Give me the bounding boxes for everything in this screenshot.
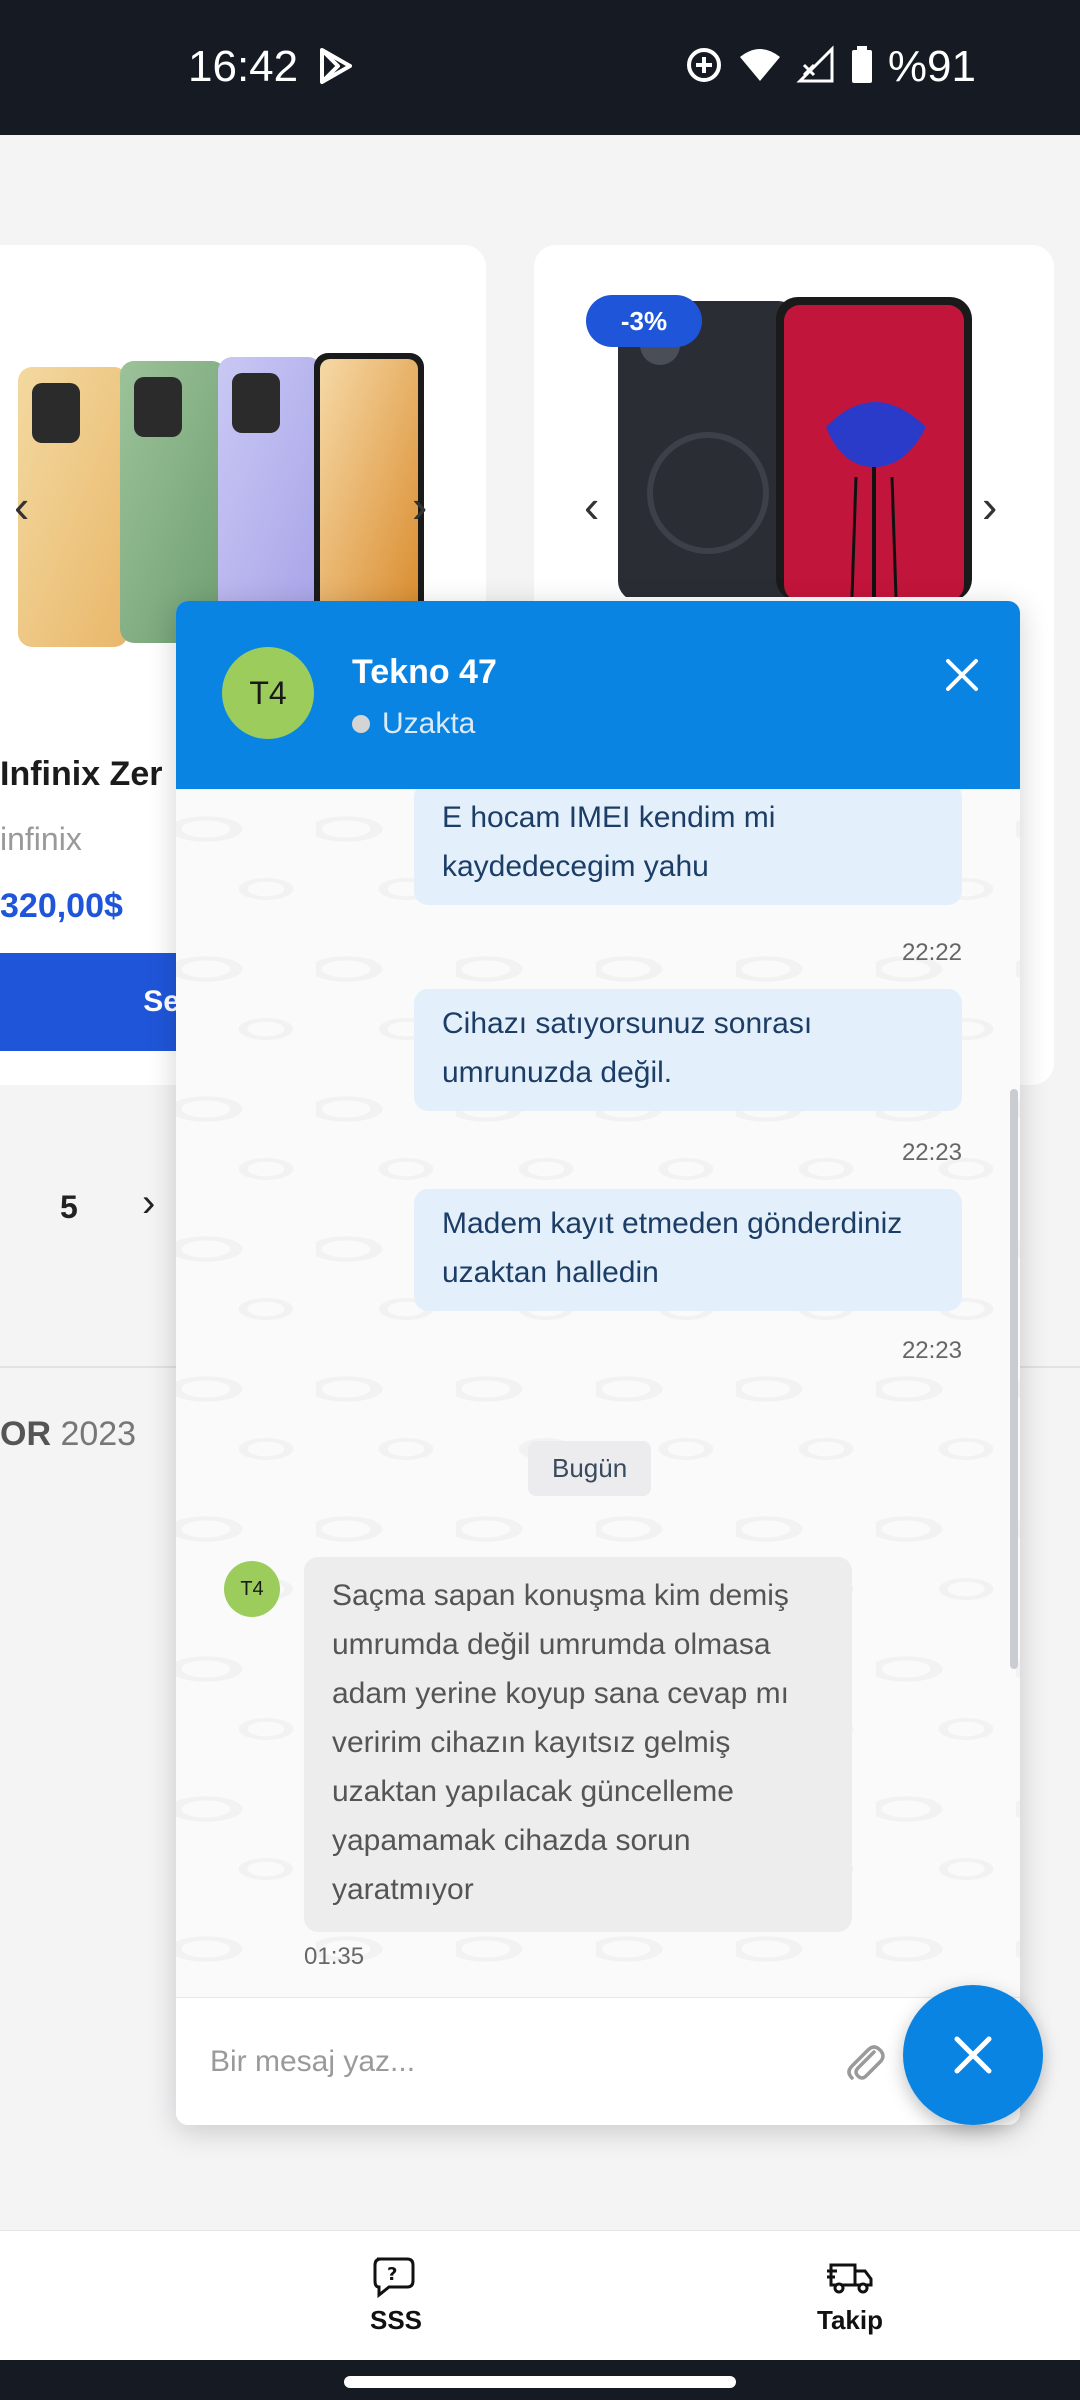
gesture-bar [0,2360,1080,2400]
close-icon[interactable] [940,653,984,697]
delivery-truck-icon [827,2263,873,2294]
message-time: 22:22 [901,939,962,966]
nav-item-sss[interactable]: ? SSS [360,2255,432,2336]
product-brand: infinix [0,821,82,857]
chat-status-label: Uzakta [382,707,476,740]
message-input[interactable] [210,2032,770,2092]
avatar: T4 [222,647,314,739]
chat-window: T4 Tekno 47 Uzakta E hocam IMEI kendim m… [176,601,1020,2125]
nav-item-takip[interactable]: Takip [810,2255,890,2336]
status-dot-icon [352,715,370,733]
carousel-prev-icon[interactable]: ‹ [584,479,599,533]
chat-status: Uzakta [352,707,475,741]
footer-copyright: OR 2023 [0,1415,136,1454]
pagination-page[interactable]: 5 [60,1189,78,1226]
product-name[interactable]: Infinix Zer [0,755,162,794]
nav-label: SSS [369,2305,423,2335]
message-time: 01:35 [304,1943,365,1970]
faq-chat-icon: ? [373,2257,415,2299]
bottom-nav: ? SSS Takip [0,2230,1080,2360]
status-icons: %91 [684,42,976,92]
cell-signal-icon [796,44,836,90]
message-time: 22:23 [901,1337,962,1364]
paperclip-icon[interactable] [840,2038,888,2086]
footer-brand: OR [0,1415,51,1453]
pagination-next-icon[interactable]: › [142,1181,155,1226]
battery-icon [850,45,874,90]
svg-text:?: ? [387,2264,397,2285]
carousel-next-icon[interactable]: › [412,479,427,533]
message-incoming: Saçma sapan konuşma kim demiş umrumda de… [304,1557,852,1932]
data-saver-icon [684,45,724,90]
scrollbar[interactable] [1010,1089,1018,1669]
message-outgoing: Madem kayıt etmeden gönderdiniz uzaktan … [414,1189,962,1311]
message-outgoing: Cihazı satıyorsunuz sonrası umrunuzda de… [414,989,962,1111]
status-time: 16:42 [188,42,299,91]
chat-title: Tekno 47 [352,653,497,691]
chat-header: T4 Tekno 47 Uzakta [176,601,1020,789]
message-outgoing: E hocam IMEI kendim mi kaydedecegim yahu [414,789,962,905]
carousel-prev-icon[interactable]: ‹ [14,479,29,533]
chat-messages[interactable]: E hocam IMEI kendim mi kaydedecegim yahu… [176,789,1020,1997]
wifi-icon [738,45,782,90]
day-separator: Bugün [528,1441,652,1496]
chat-toggle-button[interactable] [903,1985,1043,2125]
message-composer [176,1997,1020,2125]
play-store-icon [316,46,356,91]
avatar: T4 [224,1561,280,1617]
footer-year: 2023 [60,1415,137,1453]
battery-percent: %91 [887,42,976,91]
carousel-next-icon[interactable]: › [982,479,997,533]
product-price: 320,00$ [0,887,123,925]
close-icon [954,2036,992,2074]
message-time: 22:23 [901,1139,962,1166]
home-indicator[interactable] [344,2376,736,2388]
status-bar: 16:42 %91 [0,0,1080,135]
discount-badge: -3% [586,295,702,347]
nav-label: Takip [817,2305,883,2335]
